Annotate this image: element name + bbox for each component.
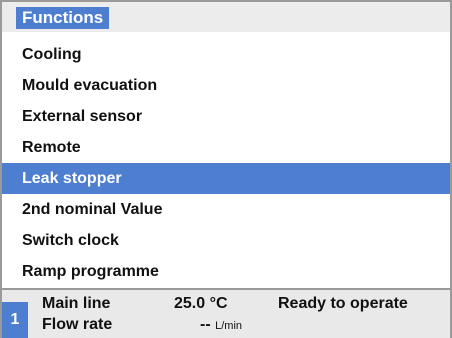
flow-rate-number: -- (200, 316, 211, 333)
menu-item-cooling[interactable]: Cooling (2, 39, 450, 70)
channel-badge: 1 (2, 302, 28, 338)
flow-rate-label: Flow rate (42, 316, 113, 333)
main-line-label: Main line (42, 295, 111, 312)
functions-window: Functions Cooling Mould evacuation Exter… (0, 0, 452, 338)
menu-item-remote[interactable]: Remote (2, 132, 450, 163)
main-line-value: 25.0 °C (174, 295, 228, 312)
status-bar: 1 Main line 25.0 °C Flow rate -- L/min R… (2, 288, 450, 338)
menu-item-2nd-nominal-value[interactable]: 2nd nominal Value (2, 194, 450, 225)
menu-item-mould-evacuation[interactable]: Mould evacuation (2, 70, 450, 101)
flow-rate-unit: L/min (215, 320, 243, 332)
page-title: Functions (16, 7, 110, 29)
flow-rate-value: -- L/min (200, 315, 242, 336)
menu-item-external-sensor[interactable]: External sensor (2, 101, 450, 132)
header-bar: Functions (2, 2, 450, 32)
status-message: Ready to operate (278, 295, 408, 312)
menu-item-switch-clock[interactable]: Switch clock (2, 225, 450, 256)
menu-item-leak-stopper[interactable]: Leak stopper (2, 163, 450, 194)
menu-item-ramp-programme[interactable]: Ramp programme (2, 256, 450, 287)
functions-menu: Cooling Mould evacuation External sensor… (2, 39, 450, 287)
